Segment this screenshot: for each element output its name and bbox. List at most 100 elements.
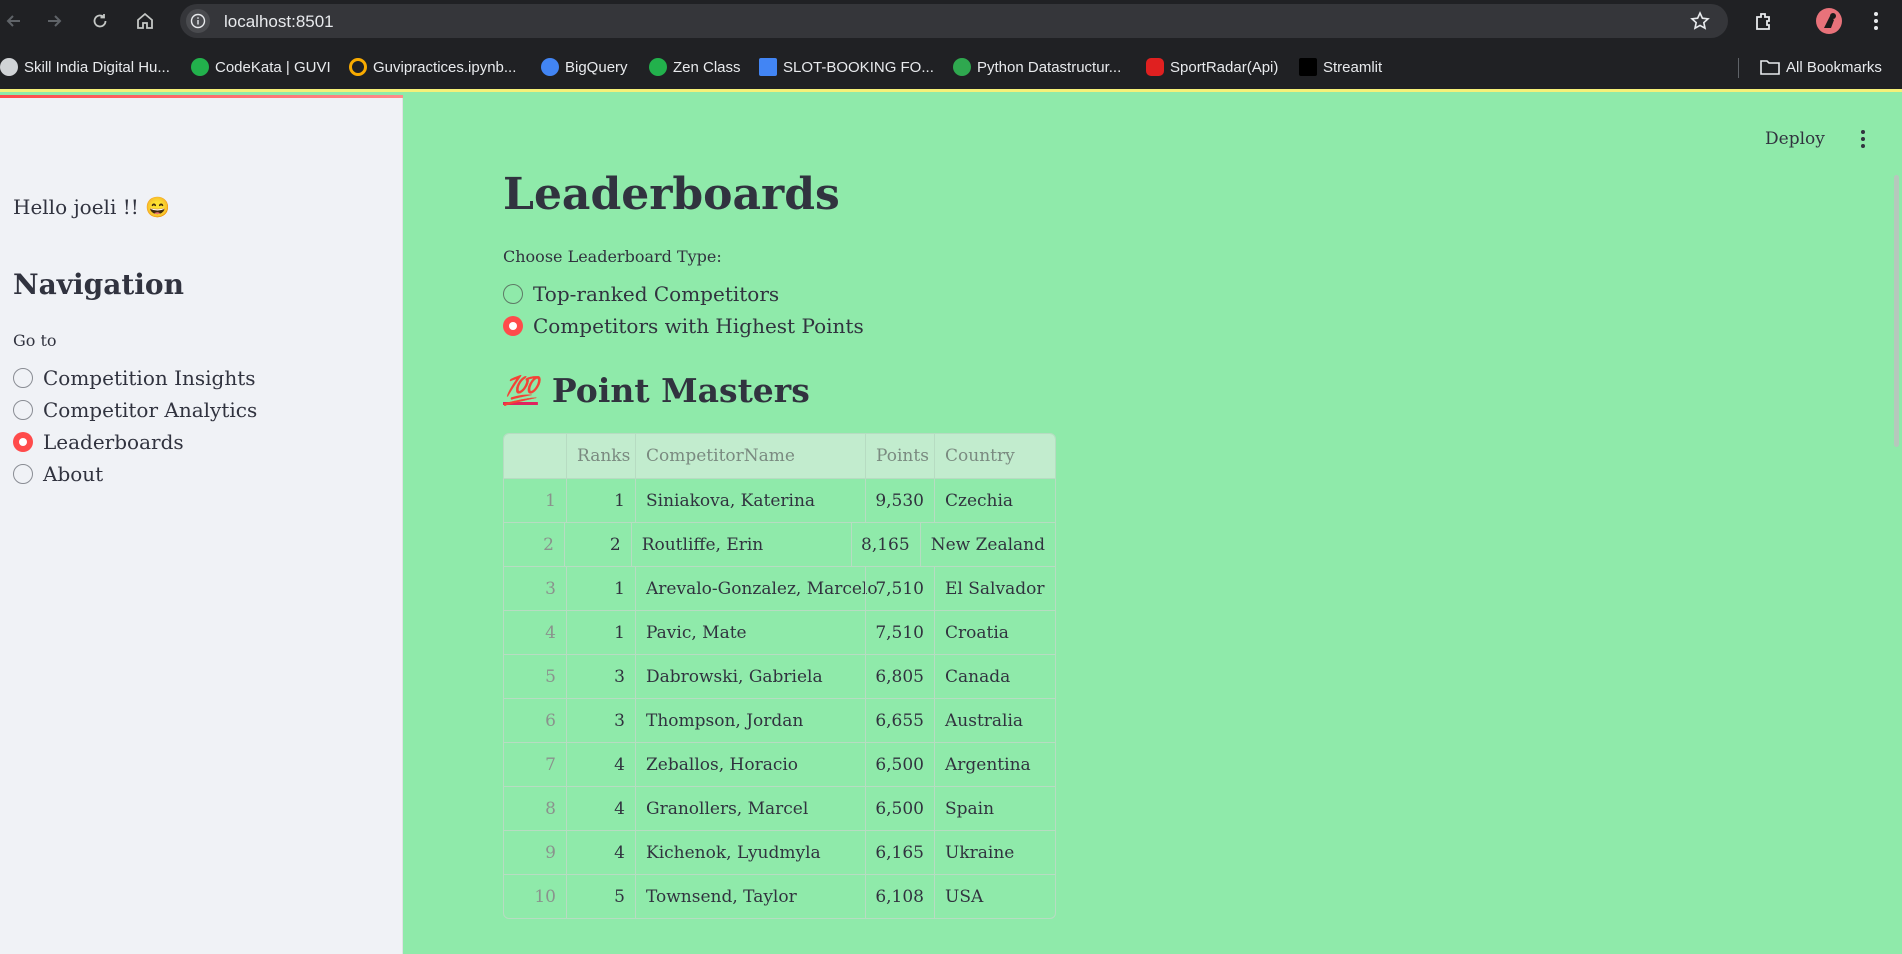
competitor-name-cell[interactable]: Townsend, Taylor xyxy=(635,875,865,918)
table-row[interactable]: 6 3 Thompson, Jordan 6,655 Australia xyxy=(504,698,1055,742)
nav-option-competition-insights[interactable]: Competition Insights xyxy=(13,364,256,392)
rank-cell[interactable]: 4 xyxy=(566,787,635,830)
row-index: 9 xyxy=(545,842,556,863)
competitor-name-cell[interactable]: Thompson, Jordan xyxy=(635,699,865,742)
rank-cell[interactable]: 1 xyxy=(566,611,635,654)
leaderboard-table[interactable]: Ranks CompetitorName Points Country 1 1 … xyxy=(503,433,1056,919)
table-row[interactable]: 4 1 Pavic, Mate 7,510 Croatia xyxy=(504,610,1055,654)
row-index: 3 xyxy=(545,578,556,599)
scrollbar[interactable] xyxy=(1894,175,1899,447)
radio-unselected-icon[interactable] xyxy=(13,400,33,420)
bookmark-item[interactable]: Streamlit xyxy=(1299,56,1382,78)
option-highest-points[interactable]: Competitors with Highest Points xyxy=(503,312,864,340)
points-cell[interactable]: 6,805 xyxy=(865,655,934,698)
table-row[interactable]: 8 4 Granollers, Marcel 6,500 Spain xyxy=(504,786,1055,830)
competitor-name-cell[interactable]: Routliffe, Erin xyxy=(630,523,851,566)
competitor-name-cell[interactable]: Dabrowski, Gabriela xyxy=(635,655,865,698)
points-cell[interactable]: 6,500 xyxy=(865,787,934,830)
site-info-icon[interactable] xyxy=(186,9,210,33)
table-row[interactable]: 9 4 Kichenok, Lyudmyla 6,165 Ukraine xyxy=(504,830,1055,874)
table-row[interactable]: 2 2 Routliffe, Erin 8,165 New Zealand xyxy=(504,522,1055,566)
browser-menu-icon[interactable] xyxy=(1866,10,1886,32)
table-row[interactable]: 3 1 Arevalo-Gonzalez, Marcelo 7,510 El S… xyxy=(504,566,1055,610)
rank-cell[interactable]: 3 xyxy=(566,655,635,698)
country-cell[interactable]: Ukraine xyxy=(934,831,1055,874)
competitor-name-cell[interactable]: Pavic, Mate xyxy=(635,611,865,654)
option-top-ranked[interactable]: Top-ranked Competitors xyxy=(503,280,779,308)
points-cell[interactable]: 7,510 xyxy=(865,567,934,610)
reload-icon[interactable] xyxy=(86,7,114,35)
country-cell[interactable]: Croatia xyxy=(934,611,1055,654)
address-bar[interactable]: localhost:8501 xyxy=(180,4,1728,38)
country-cell[interactable]: New Zealand xyxy=(919,523,1055,566)
url-text[interactable]: localhost:8501 xyxy=(224,12,334,32)
competitor-name-cell[interactable]: Arevalo-Gonzalez, Marcelo xyxy=(635,567,878,610)
points-cell[interactable]: 8,165 xyxy=(850,523,920,566)
bookmark-item[interactable]: Skill India Digital Hu... xyxy=(0,56,170,78)
rank-cell[interactable]: 5 xyxy=(566,875,635,918)
nav-option-competitor-analytics[interactable]: Competitor Analytics xyxy=(13,396,257,424)
competitor-name-cell[interactable]: Siniakova, Katerina xyxy=(635,479,865,522)
bookmark-item[interactable]: SportRadar(Api) xyxy=(1146,56,1278,78)
country-cell[interactable]: Australia xyxy=(934,699,1055,742)
competitor-name-cell[interactable]: Granollers, Marcel xyxy=(635,787,865,830)
column-header-country[interactable]: Country xyxy=(934,434,1055,478)
app-menu-icon[interactable] xyxy=(1853,128,1873,150)
bookmark-item[interactable]: Guvipractices.ipynb... xyxy=(349,56,516,78)
rank-cell[interactable]: 4 xyxy=(566,831,635,874)
radio-selected-icon[interactable] xyxy=(13,432,33,452)
country-cell[interactable]: El Salvador xyxy=(934,567,1055,610)
deploy-button[interactable]: Deploy xyxy=(1765,129,1825,149)
country-cell[interactable]: Argentina xyxy=(934,743,1055,786)
skill-india-icon xyxy=(0,58,18,76)
folder-icon xyxy=(1760,60,1780,75)
nav-option-about[interactable]: About xyxy=(13,460,103,488)
radio-unselected-icon[interactable] xyxy=(13,464,33,484)
main-content: Deploy Leaderboards Choose Leaderboard T… xyxy=(403,95,1902,954)
rank-cell[interactable]: 2 xyxy=(563,523,631,566)
bookmark-item[interactable]: Zen Class xyxy=(649,56,741,78)
bookmark-item[interactable]: SLOT-BOOKING FO... xyxy=(759,56,934,78)
bookmark-item[interactable]: BigQuery xyxy=(541,56,628,78)
table-row[interactable]: 1 1 Siniakova, Katerina 9,530 Czechia xyxy=(504,478,1055,522)
points-cell[interactable]: 9,530 xyxy=(865,479,934,522)
profile-avatar[interactable] xyxy=(1816,8,1842,34)
column-header-competitor-name[interactable]: CompetitorName xyxy=(635,434,865,478)
table-row[interactable]: 7 4 Zeballos, Horacio 6,500 Argentina xyxy=(504,742,1055,786)
competitor-name-cell[interactable]: Kichenok, Lyudmyla xyxy=(635,831,865,874)
points-cell[interactable]: 6,655 xyxy=(865,699,934,742)
extensions-icon[interactable] xyxy=(1752,9,1776,33)
home-icon[interactable] xyxy=(131,7,159,35)
forward-icon[interactable] xyxy=(40,7,68,35)
radio-unselected-icon[interactable] xyxy=(13,368,33,388)
rank-cell[interactable]: 3 xyxy=(566,699,635,742)
rank-cell[interactable]: 1 xyxy=(566,567,635,610)
points-cell[interactable]: 6,165 xyxy=(865,831,934,874)
column-header-ranks[interactable]: Ranks xyxy=(566,434,635,478)
points-cell[interactable]: 6,108 xyxy=(865,875,934,918)
competitor-name-cell[interactable]: Zeballos, Horacio xyxy=(635,743,865,786)
nav-option-leaderboards[interactable]: Leaderboards xyxy=(13,428,184,456)
bookmark-item[interactable]: Python Datastructur... xyxy=(953,56,1121,78)
bookmark-star-icon[interactable] xyxy=(1690,11,1710,31)
country-cell[interactable]: Spain xyxy=(934,787,1055,830)
radio-selected-icon[interactable] xyxy=(503,316,523,336)
country-cell[interactable]: Czechia xyxy=(934,479,1055,522)
bookmark-item[interactable]: CodeKata | GUVI xyxy=(191,56,331,78)
country-cell[interactable]: Canada xyxy=(934,655,1055,698)
column-header-index[interactable] xyxy=(504,434,566,478)
table-header-row: Ranks CompetitorName Points Country xyxy=(504,434,1055,478)
row-index: 10 xyxy=(534,886,556,907)
table-row[interactable]: 5 3 Dabrowski, Gabriela 6,805 Canada xyxy=(504,654,1055,698)
points-cell[interactable]: 6,500 xyxy=(865,743,934,786)
column-header-points[interactable]: Points xyxy=(865,434,934,478)
table-row[interactable]: 10 5 Townsend, Taylor 6,108 USA xyxy=(504,874,1055,918)
radio-unselected-icon[interactable] xyxy=(503,284,523,304)
points-cell[interactable]: 7,510 xyxy=(865,611,934,654)
rank-cell[interactable]: 1 xyxy=(566,479,635,522)
back-icon[interactable] xyxy=(0,7,28,35)
country-cell[interactable]: USA xyxy=(934,875,1055,918)
all-bookmarks-button[interactable]: All Bookmarks xyxy=(1760,56,1882,78)
rank-cell[interactable]: 4 xyxy=(566,743,635,786)
sidebar xyxy=(0,95,403,954)
